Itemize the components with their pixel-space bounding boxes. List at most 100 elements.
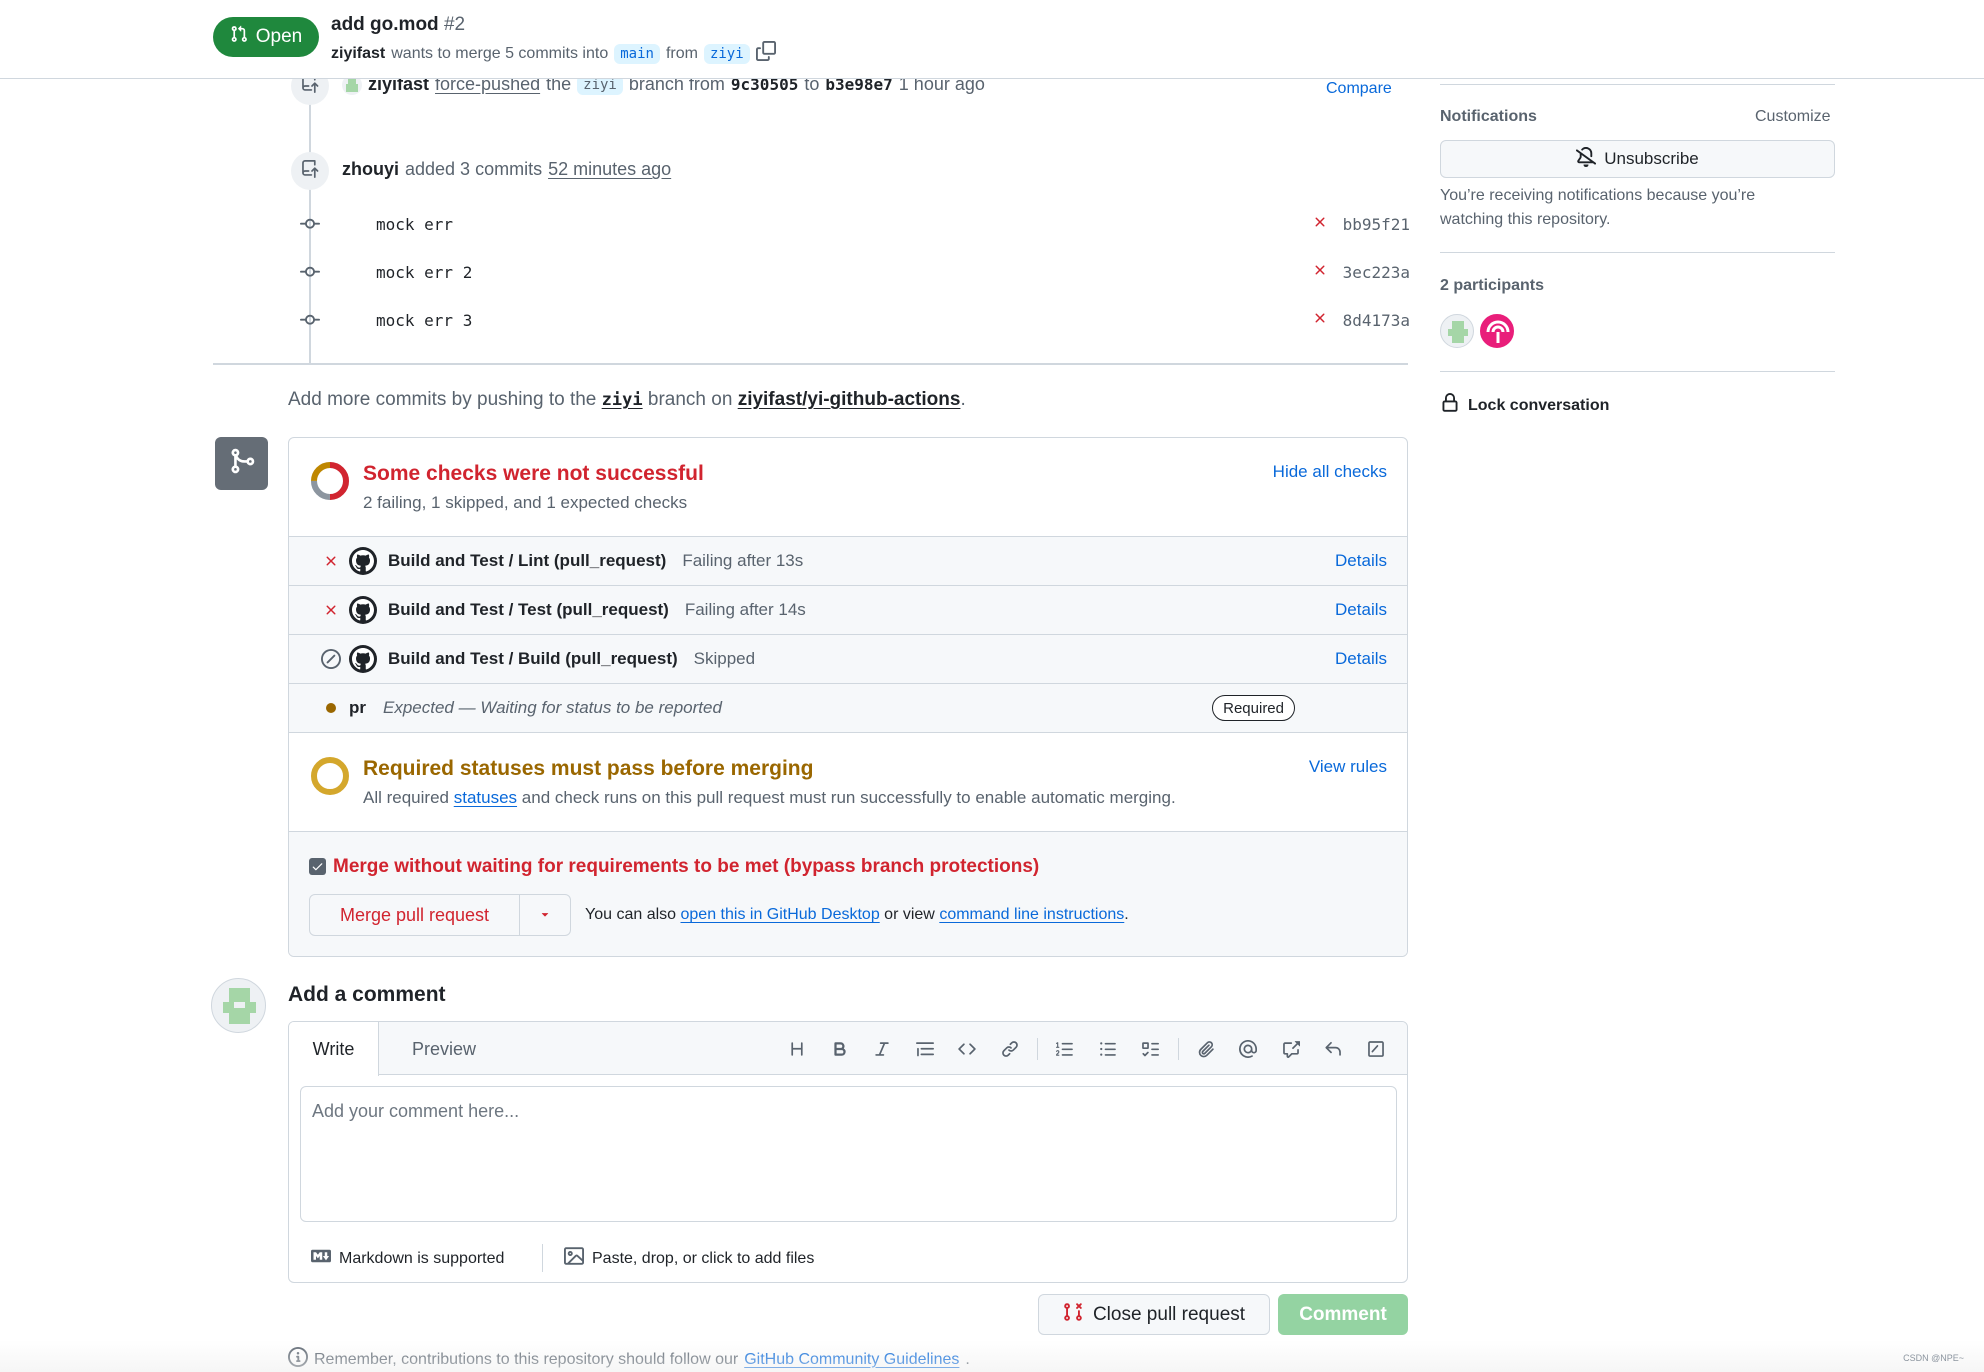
customize-notifications-link[interactable]: Customize <box>1755 108 1831 126</box>
check-details-link[interactable]: Details <box>1335 649 1387 669</box>
timeline-divider <box>213 363 1408 365</box>
comment-submit-button[interactable]: Comment <box>1278 1294 1408 1335</box>
check-name-text: Build and Test / Test (pull_request) <box>388 600 669 619</box>
commit-sha-link[interactable]: bb95f21 <box>1343 215 1410 234</box>
merge-method-dropdown[interactable] <box>520 895 570 935</box>
sidebar-divider <box>1440 371 1835 372</box>
guidelines-suffix: . <box>965 1350 970 1368</box>
attach-files-button[interactable]: Paste, drop, or click to add files <box>564 1246 814 1271</box>
head-branch[interactable]: ziyi <box>703 43 750 64</box>
bold-icon[interactable] <box>819 1033 862 1065</box>
x-icon[interactable] <box>1312 309 1328 332</box>
pr-state-badge: Open <box>213 17 319 57</box>
more-commits-branch[interactable]: ziyi <box>602 390 643 410</box>
toolbar-divider <box>1177 1038 1179 1060</box>
git-merge-icon <box>228 447 256 480</box>
markdown-icon <box>311 1246 331 1271</box>
community-guidelines-link[interactable]: GitHub Community Guidelines <box>744 1351 959 1369</box>
commit-sha-link[interactable]: 3ec223a <box>1343 263 1410 282</box>
required-badge: Required <box>1212 695 1295 721</box>
hide-all-checks-button[interactable]: Hide all checks <box>1273 462 1387 482</box>
tab-write[interactable]: Write <box>289 1022 379 1076</box>
compare-link[interactable]: Compare <box>1326 80 1392 98</box>
x-icon[interactable] <box>1312 261 1328 284</box>
pending-ring-icon <box>309 755 351 802</box>
markdown-supported-link[interactable]: Markdown is supported <box>311 1246 504 1271</box>
x-icon <box>319 553 343 569</box>
comment-textarea[interactable] <box>300 1086 1397 1222</box>
close-pull-request-button[interactable]: Close pull request <box>1038 1294 1270 1335</box>
sticky-pr-header: Open add go.mod #2 ziyifast wants to mer… <box>0 0 1984 79</box>
lock-conversation-button[interactable]: Lock conversation <box>1440 393 1609 418</box>
cross-reference-icon[interactable] <box>1270 1033 1313 1065</box>
check-name: Build and Test / Build (pull_request) Ski… <box>388 649 755 669</box>
commit-message[interactable]: mock err <box>376 215 453 234</box>
quote-icon[interactable] <box>904 1033 947 1065</box>
tab-preview[interactable]: Preview <box>399 1022 489 1076</box>
commit-row: mock err bb95f21 <box>296 209 1410 239</box>
statuses-link[interactable]: statuses <box>454 788 517 807</box>
merge-actions-section: Merge without waiting for requirements t… <box>289 831 1407 956</box>
avatar[interactable] <box>211 978 266 1033</box>
ordered-list-icon[interactable] <box>1044 1033 1087 1065</box>
avatar[interactable] <box>1480 314 1514 348</box>
unsubscribe-label: Unsubscribe <box>1604 149 1699 168</box>
link-icon[interactable] <box>989 1033 1032 1065</box>
info-icon <box>288 1347 308 1372</box>
paperclip-icon[interactable] <box>1185 1033 1228 1065</box>
check-name: Build and Test / Test (pull_request) Fail… <box>388 600 806 620</box>
bypass-label[interactable]: Merge without waiting for requirements t… <box>333 856 1039 878</box>
lock-conversation-label: Lock conversation <box>1468 396 1610 414</box>
toolbar-divider <box>1037 1038 1038 1060</box>
pr-merge-text: wants to merge 5 commits into <box>391 44 609 62</box>
commit-message[interactable]: mock err 3 <box>376 311 472 330</box>
expected-check-description: Expected — Waiting for status to be repo… <box>383 698 722 717</box>
more-commits-prefix: Add more commits by pushing to the <box>288 389 597 410</box>
expected-check-name: pr <box>349 698 366 717</box>
commit-row: mock err 3 8d4173a <box>296 305 1410 335</box>
x-icon[interactable] <box>1312 213 1328 236</box>
unordered-list-icon[interactable] <box>1087 1033 1130 1065</box>
command-line-instructions-link[interactable]: command line instructions <box>939 906 1124 923</box>
slash-command-icon[interactable] <box>1355 1033 1398 1065</box>
avatar[interactable] <box>1440 314 1474 348</box>
code-icon[interactable] <box>946 1033 989 1065</box>
merge-pull-request-button[interactable]: Merge pull request <box>310 895 520 935</box>
alt-middle: or view <box>884 906 935 923</box>
git-commit-icon <box>296 214 324 234</box>
commit-sha-link[interactable]: 8d4173a <box>1343 311 1410 330</box>
comment-footer: Markdown is supported Paste, drop, or cl… <box>289 1234 1407 1282</box>
italic-icon[interactable] <box>861 1033 904 1065</box>
markdown-note-label: Markdown is supported <box>339 1249 505 1267</box>
pr-author-link[interactable]: ziyifast <box>331 45 385 63</box>
markdown-toolbar <box>776 1033 1397 1065</box>
check-row: Build and Test / Test (pull_request) Fail… <box>289 585 1407 634</box>
open-github-desktop-link[interactable]: open this in GitHub Desktop <box>681 906 880 923</box>
unsubscribe-button[interactable]: Unsubscribe <box>1440 140 1835 178</box>
expected-check-row: pr Expected — Waiting for status to be r… <box>289 683 1407 732</box>
git-pull-request-icon <box>230 25 248 49</box>
check-name-text: Build and Test / Build (pull_request) <box>388 649 678 668</box>
comment-tabs: Write Preview <box>289 1022 1407 1076</box>
comment-editor: Write Preview Markdown is supported <box>288 1021 1408 1283</box>
view-rules-link[interactable]: View rules <box>1309 757 1387 777</box>
check-details-link[interactable]: Details <box>1335 600 1387 620</box>
reply-icon[interactable] <box>1312 1033 1355 1065</box>
required-statuses-title: Required statuses must pass before mergi… <box>363 757 814 780</box>
copy-icon[interactable] <box>755 41 776 66</box>
task-list-icon[interactable] <box>1129 1033 1172 1065</box>
check-row: Build and Test / Lint (pull_request) Fail… <box>289 536 1407 585</box>
from-text: from <box>665 44 698 62</box>
bypass-checkbox[interactable] <box>309 858 326 875</box>
repo-link[interactable]: ziyifast/yi-github-actions <box>738 389 961 410</box>
commit-message[interactable]: mock err 2 <box>376 263 472 282</box>
mention-icon[interactable] <box>1227 1033 1270 1065</box>
commit-event-user[interactable]: zhouyi <box>342 159 399 180</box>
base-branch[interactable]: main <box>614 43 660 64</box>
check-details-link[interactable]: Details <box>1335 551 1387 571</box>
repo-push-icon <box>301 159 319 183</box>
commit-event-time[interactable]: 52 minutes ago <box>548 159 671 180</box>
heading-icon[interactable] <box>776 1033 819 1065</box>
commit-row: mock err 2 3ec223a <box>296 257 1410 287</box>
bell-slash-icon <box>1576 146 1597 172</box>
